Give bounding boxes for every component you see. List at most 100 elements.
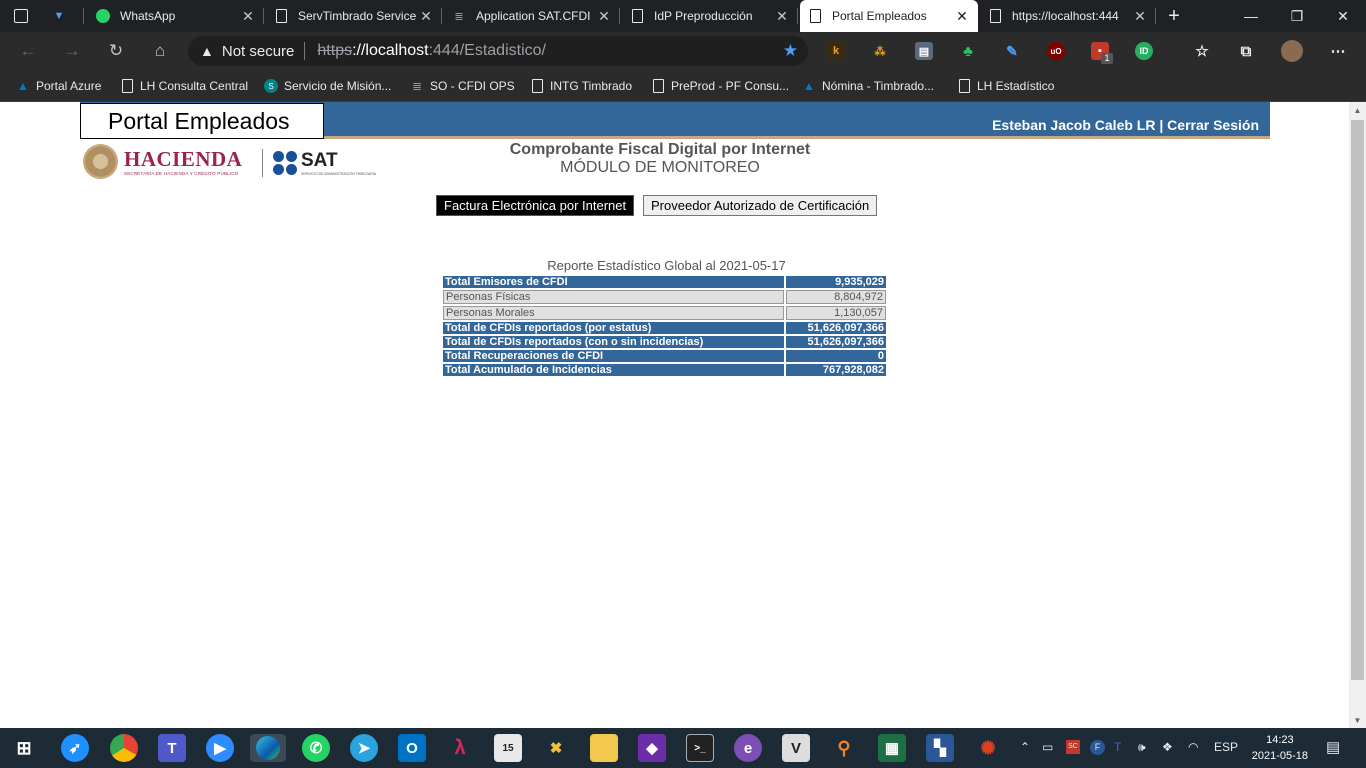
bookmark-portal-azure[interactable]: ▲ Portal Azure	[16, 76, 101, 96]
scrollbar-thumb[interactable]	[1351, 120, 1364, 680]
extension-k-icon[interactable]: k	[827, 42, 845, 60]
close-window-button[interactable]: ✕	[1320, 0, 1366, 32]
table-row: Total Recuperaciones de CFDI 0	[443, 350, 886, 362]
url-path: :444/Estadistico/	[428, 42, 546, 59]
back-button[interactable]: ←	[14, 37, 42, 65]
teams-tray-icon[interactable]: T	[1114, 740, 1121, 754]
terminal-icon[interactable]: >_	[686, 734, 714, 762]
row-value: 9,935,029	[786, 276, 886, 288]
tab-actions-button[interactable]	[6, 0, 42, 32]
favorites-icon[interactable]: ☆	[1193, 42, 1211, 60]
bookmark-lh-consulta[interactable]: LH Consulta Central	[120, 76, 248, 96]
tray-expand-icon[interactable]: ⌃	[1020, 740, 1030, 754]
search-app-icon[interactable]: ⚲	[830, 734, 858, 762]
notifications-icon[interactable]: ▤	[1326, 738, 1340, 756]
outlook-icon[interactable]: O	[398, 734, 426, 762]
close-icon[interactable]: ✕	[240, 8, 256, 25]
extension-network-icon[interactable]: ⁂	[871, 42, 889, 60]
close-icon[interactable]: ✕	[418, 8, 434, 25]
pinned-tab[interactable]: ▼	[44, 0, 84, 32]
bookmark-servicio-mision[interactable]: S Servicio de Misión...	[264, 76, 391, 96]
lambda-app-icon[interactable]: λ	[446, 734, 474, 762]
bookmark-so-cfdi[interactable]: ≣ SO - CFDI OPS	[410, 76, 515, 96]
more-menu-icon[interactable]: ⋯	[1329, 42, 1347, 60]
language-indicator[interactable]: ESP	[1214, 740, 1238, 754]
extension-pen-icon[interactable]: ✎	[1003, 42, 1021, 60]
page-icon	[120, 79, 134, 93]
row-label: Personas Morales	[443, 306, 784, 320]
close-icon[interactable]: ✕	[596, 8, 612, 25]
teams-icon[interactable]: T	[158, 734, 186, 762]
address-divider	[304, 42, 306, 60]
game-app-icon[interactable]: ✺	[974, 734, 1002, 762]
tray-f-icon[interactable]: F	[1090, 740, 1105, 755]
close-icon[interactable]: ✕	[1132, 8, 1148, 25]
logout-link[interactable]: Cerrar Sesión	[1167, 117, 1259, 133]
refresh-button[interactable]: ↻	[102, 37, 130, 65]
row-value: 767,928,082	[786, 364, 886, 376]
tab-localhost[interactable]: https://localhost:444 ✕	[980, 0, 1156, 32]
tab-whatsapp[interactable]: WhatsApp ✕	[88, 0, 264, 32]
scroll-down-icon[interactable]: ▼	[1349, 712, 1366, 728]
home-button[interactable]: ⌂	[146, 37, 174, 65]
page-icon	[988, 9, 1002, 23]
vertical-scrollbar[interactable]: ▲ ▼	[1349, 102, 1366, 728]
portal-title: Portal Empleados	[80, 103, 324, 139]
proveedor-autorizado-button[interactable]: Proveedor Autorizado de Certificación	[643, 195, 878, 216]
scroll-up-icon[interactable]: ▲	[1349, 102, 1366, 118]
tools-icon[interactable]: ✖	[542, 734, 570, 762]
system-clock[interactable]: 14:23 2021-05-18	[1252, 732, 1308, 764]
vim-icon[interactable]: V	[782, 734, 810, 762]
ublock-icon[interactable]: uO	[1047, 42, 1065, 60]
file-explorer-icon[interactable]	[590, 734, 618, 762]
favorite-star-icon[interactable]: ★	[783, 41, 798, 61]
tab-application-sat[interactable]: ≣ Application SAT.CFDI ✕	[444, 0, 620, 32]
tab-servtimbrado[interactable]: ServTimbrado Service ✕	[266, 0, 442, 32]
extension-window-icon[interactable]: ▤	[915, 42, 933, 60]
new-tab-button[interactable]: +	[1160, 0, 1188, 32]
zoom-icon[interactable]: ▶	[206, 734, 234, 762]
edge-icon[interactable]	[250, 734, 286, 762]
minimize-button[interactable]: —	[1228, 0, 1274, 32]
evernote-icon[interactable]: ♣	[959, 42, 977, 60]
emacs-icon[interactable]: e	[734, 734, 762, 762]
close-icon[interactable]: ✕	[954, 8, 970, 25]
url-scheme: https	[317, 42, 353, 59]
bookmark-intg-timbrado[interactable]: INTG Timbrado	[530, 76, 632, 96]
extension-id-icon[interactable]: ID	[1135, 42, 1153, 60]
tab-idp-preproduccion[interactable]: IdP Preproducción ✕	[622, 0, 798, 32]
collections-icon[interactable]: ⧉	[1237, 42, 1255, 60]
address-bar[interactable]: ▲ Not secure https://localhost:444/Estad…	[188, 36, 808, 66]
bookmark-lh-estadistico[interactable]: LH Estadístico	[957, 76, 1054, 96]
volume-icon[interactable]: 🕪	[1138, 740, 1146, 755]
close-icon[interactable]: ✕	[774, 8, 790, 25]
windows-taskbar: ⊞ ➶ T ▶ ✆ ➤ O λ 15 ✖ ◆ >_ e V ⚲ ▦ ▚ ✺ ⌃ …	[0, 728, 1366, 768]
factura-electronica-button[interactable]: Factura Electrónica por Internet	[436, 195, 635, 216]
chrome-icon[interactable]	[110, 734, 138, 762]
browser-app-icon[interactable]: ➶	[61, 734, 89, 762]
tab-portal-empleados[interactable]: Portal Empleados ✕	[800, 0, 978, 32]
url-host: ://localhost	[352, 42, 429, 59]
calendar-icon[interactable]: 15	[494, 734, 522, 762]
telegram-icon[interactable]: ➤	[350, 734, 378, 762]
visual-studio-icon[interactable]: ◆	[638, 734, 666, 762]
restore-button[interactable]: ❐	[1274, 0, 1320, 32]
page-icon	[274, 9, 288, 23]
pin-icon: ▼	[53, 10, 65, 22]
profile-avatar[interactable]	[1281, 40, 1303, 62]
bookmark-nomina[interactable]: ▲ Nómina - Timbrado...	[802, 76, 934, 96]
forward-button[interactable]: →	[58, 37, 86, 65]
battery-icon[interactable]: ▭	[1042, 740, 1053, 754]
excel-icon[interactable]: ▦	[878, 734, 906, 762]
sidebar-icon	[14, 9, 28, 23]
whatsapp-icon[interactable]: ✆	[302, 734, 330, 762]
bookmark-preprod[interactable]: PreProd - PF Consu...	[651, 76, 789, 96]
network-app-icon[interactable]: ▚	[926, 734, 954, 762]
row-value: 51,626,097,366	[786, 336, 886, 348]
stackoverflow-icon: ≣	[454, 10, 464, 23]
tray-app-icon[interactable]: SC	[1066, 740, 1080, 754]
wifi-icon[interactable]: ◠	[1188, 740, 1198, 754]
dropbox-icon[interactable]: ❖	[1162, 740, 1173, 754]
sat-logo-subtitle: SERVICIO DE ADMINISTRACIÓN TRIBUTARIA	[301, 172, 377, 176]
windows-start-icon[interactable]: ⊞	[10, 734, 38, 762]
